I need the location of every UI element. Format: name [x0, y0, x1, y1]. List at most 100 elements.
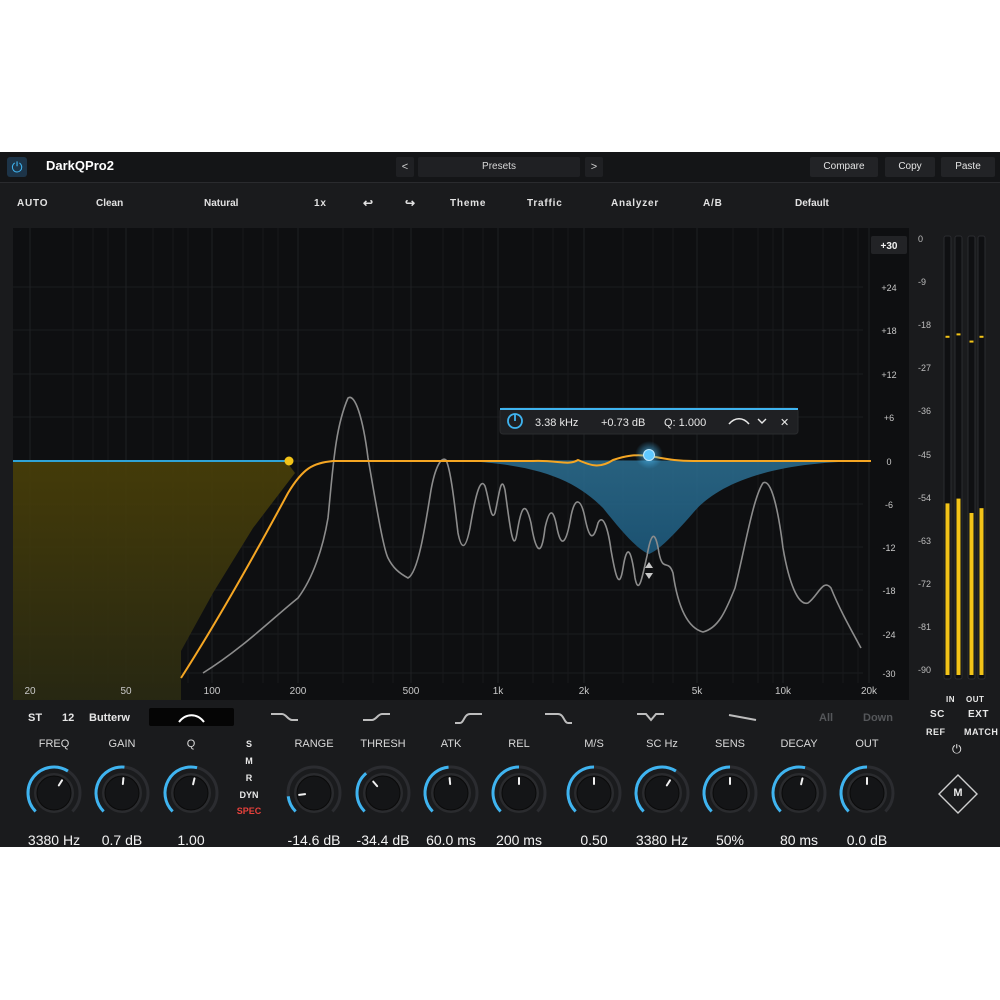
undo-icon[interactable]: ↩ [363, 196, 374, 210]
ext-button[interactable]: EXT [968, 709, 989, 720]
q-knob[interactable] [161, 763, 221, 823]
dyn-toggle[interactable]: DYN [234, 790, 264, 800]
zoom-button[interactable]: 1x [314, 198, 327, 209]
out-meter-label: OUT [966, 695, 985, 704]
gain-knob-value[interactable]: 0.7 dB [82, 832, 162, 847]
spec-toggle[interactable]: SPEC [234, 806, 264, 816]
thresh-knob-label: THRESH [360, 738, 406, 750]
shape-highpass-icon[interactable] [450, 708, 490, 726]
prev-preset-button[interactable]: < [396, 157, 414, 177]
auto-button[interactable]: AUTO [17, 198, 48, 209]
theme-button[interactable]: Theme [450, 198, 486, 209]
popup-q[interactable]: Q: 1.000 [664, 417, 706, 429]
range-knob[interactable] [284, 763, 344, 823]
next-preset-button[interactable]: > [585, 157, 603, 177]
knob-graphic [163, 765, 219, 813]
paste-button[interactable]: Paste [941, 157, 995, 177]
meter-peak [969, 340, 974, 343]
filter-type[interactable]: Butterw [89, 712, 130, 724]
q-knob-value[interactable]: 1.00 [151, 832, 231, 847]
thresh-knob[interactable] [353, 763, 413, 823]
freq-label: 50 [120, 686, 132, 697]
redo-icon[interactable]: ↪ [405, 196, 416, 210]
plugin-window: ⏻ DarkQPro2 < Presets > Compare Copy Pas… [0, 152, 1000, 847]
down-button[interactable]: Down [863, 712, 893, 724]
knob-graphic [26, 765, 82, 813]
meter-scale-label: -90 [918, 665, 932, 675]
meter-level [956, 498, 961, 675]
rel-knob[interactable] [489, 763, 549, 823]
meter-peak [956, 333, 961, 336]
sens-knob[interactable] [700, 763, 760, 823]
analyzer-button[interactable]: Analyzer [611, 198, 659, 209]
knob-graphic [566, 765, 622, 813]
meter-peak [979, 335, 984, 338]
gain-knob[interactable] [92, 763, 152, 823]
compare-button[interactable]: Compare [810, 157, 878, 177]
knob-graphic [771, 765, 827, 813]
knob-graphic [839, 765, 895, 813]
popup-freq[interactable]: 3.38 kHz [535, 417, 578, 429]
freq-knob[interactable] [24, 763, 84, 823]
knob-graphic [702, 765, 758, 813]
freq-label: 200 [290, 686, 307, 697]
range-knob-label: RANGE [294, 738, 334, 750]
meter-level [945, 503, 950, 675]
decay-knob[interactable] [769, 763, 829, 823]
freq-label: 20 [24, 686, 36, 697]
shape-lowpass-icon[interactable] [540, 708, 580, 726]
meter-scale-label: -72 [918, 578, 932, 589]
copy-button[interactable]: Copy [885, 157, 935, 177]
db-label: -12 [882, 543, 895, 553]
atk-knob-label: ATK [440, 738, 462, 750]
shape-notch-icon[interactable] [632, 708, 672, 726]
rel-knob-value[interactable]: 200 ms [479, 832, 559, 847]
natural-button[interactable]: Natural [204, 198, 238, 209]
meter-scale-label: -27 [918, 363, 932, 374]
default-button[interactable]: Default [795, 198, 829, 209]
sens-knob-value[interactable]: 50% [690, 832, 770, 847]
options-bar: AUTO Clean Natural 1x ↩ ↪ Theme Traffic … [0, 182, 912, 228]
eq-graph-canvas[interactable]: +30 +24 +18 +12 +6 0 -6 -12 -18 -24 -30 20 50 100 20… [13, 228, 909, 700]
highpass-node[interactable] [284, 456, 294, 466]
power-icon[interactable]: ⏻ [7, 157, 27, 177]
shape-high-shelf-icon[interactable] [358, 708, 398, 726]
sidechain-power-icon[interactable]: ⏻ [952, 742, 962, 757]
clean-button[interactable]: Clean [96, 198, 123, 209]
all-button[interactable]: All [819, 712, 833, 724]
shape-low-shelf-icon[interactable] [266, 708, 306, 726]
band-node[interactable] [643, 449, 655, 461]
out-knob-label: OUT [855, 738, 879, 750]
ab-button[interactable]: A/B [703, 198, 723, 209]
solo-mode-s[interactable]: S [234, 739, 264, 749]
stereo-mode[interactable]: ST [28, 712, 42, 724]
band-popup[interactable]: 3.38 kHz +0.73 dB Q: 1.000 ✕ [499, 407, 799, 435]
eq-graph[interactable]: +30 +24 +18 +12 +6 0 -6 -12 -18 -24 -30 20 50 100 20… [13, 228, 909, 700]
out-knob-value[interactable]: 0.0 dB [827, 832, 907, 847]
ms-knob[interactable] [564, 763, 624, 823]
out-knob[interactable] [837, 763, 897, 823]
slope-value[interactable]: 12 [62, 712, 74, 724]
match-button[interactable]: MATCH [964, 727, 998, 737]
traffic-button[interactable]: Traffic [527, 198, 563, 209]
db-label: -6 [885, 500, 893, 510]
range-knob-value[interactable]: -14.6 dB [274, 832, 354, 847]
shape-bell-selected[interactable] [149, 708, 234, 726]
preset-selector[interactable]: Presets [418, 157, 580, 177]
knob-graphic [355, 765, 411, 813]
shape-tilt-icon[interactable] [724, 708, 764, 726]
solo-mode-r[interactable]: R [234, 773, 264, 783]
db-label: +24 [881, 283, 896, 293]
close-icon[interactable]: ✕ [780, 417, 789, 429]
solo-mode-m[interactable]: M [234, 756, 264, 766]
freq-label: 2k [579, 686, 591, 697]
schz-knob[interactable] [632, 763, 692, 823]
ref-button[interactable]: REF [926, 727, 946, 737]
atk-knob[interactable] [421, 763, 481, 823]
freq-knob-label: FREQ [38, 738, 70, 750]
sc-button[interactable]: SC [930, 709, 945, 720]
popup-gain[interactable]: +0.73 dB [601, 417, 645, 429]
meter-scale-label: -9 [918, 277, 927, 288]
meter-scale-label: -54 [918, 492, 932, 503]
title-bar: ⏻ DarkQPro2 < Presets > Compare Copy Pas… [0, 152, 1000, 183]
